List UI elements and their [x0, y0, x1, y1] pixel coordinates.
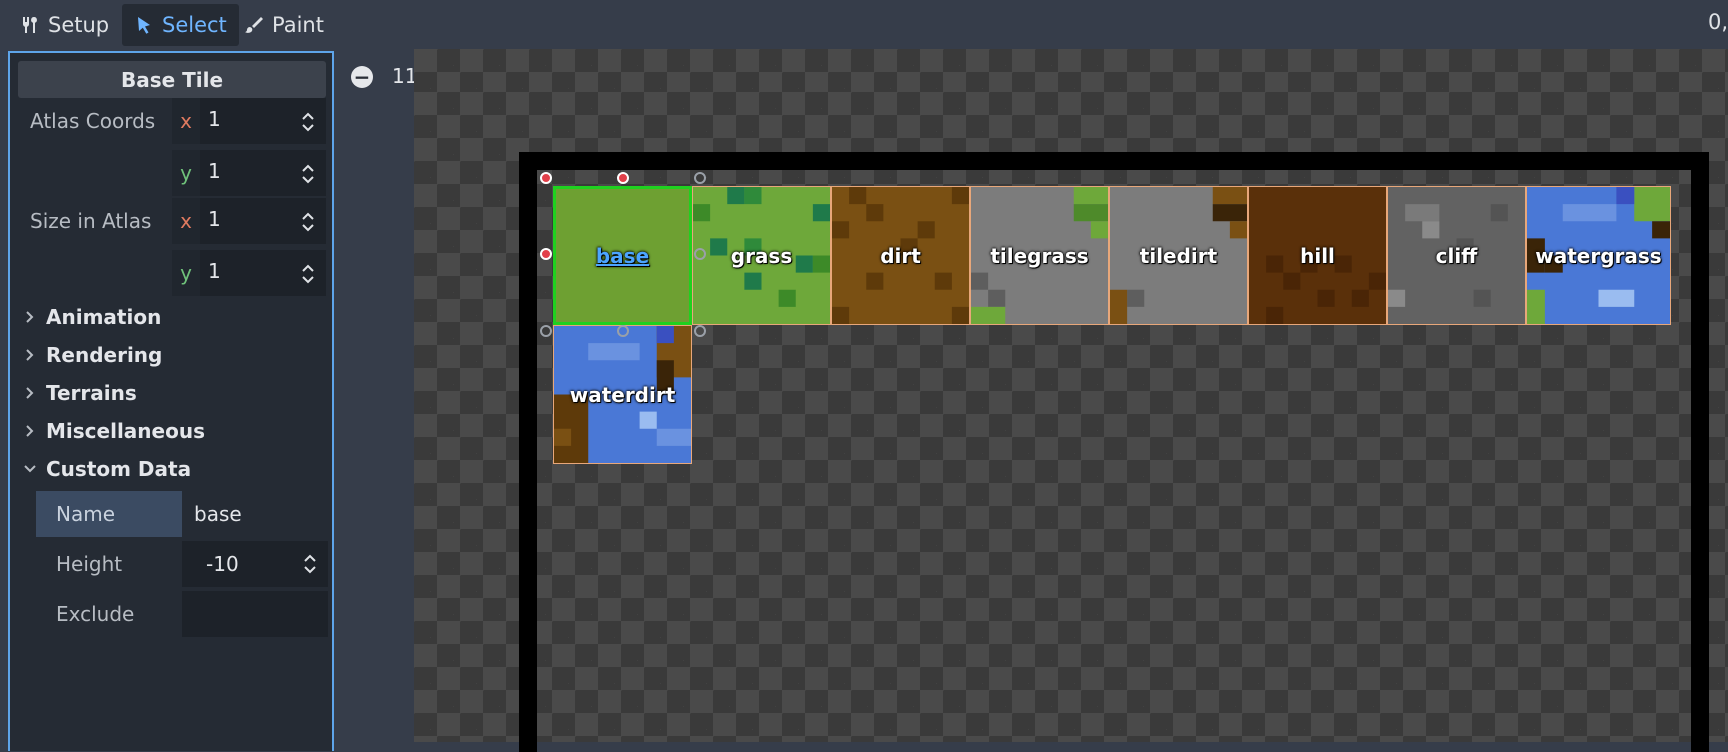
- tools-icon: [23, 17, 37, 33]
- resize-handle[interactable]: [617, 325, 629, 337]
- tile-hill[interactable]: hill: [1248, 186, 1387, 325]
- axis-y-label: y: [172, 150, 200, 196]
- custom-height-field[interactable]: -10: [182, 541, 328, 587]
- resize-handle[interactable]: [694, 172, 706, 184]
- tile-label: grass: [730, 243, 793, 268]
- paintbrush-icon: [245, 17, 263, 33]
- spin-arrows-icon[interactable]: [300, 162, 316, 186]
- resize-handle[interactable]: [540, 325, 552, 337]
- atlas-coords-label: Atlas Coords: [30, 109, 156, 133]
- tile-watergrass[interactable]: watergrass: [1526, 186, 1671, 325]
- section-rendering[interactable]: Rendering: [22, 339, 322, 371]
- tile-tilegrass[interactable]: tilegrass: [970, 186, 1109, 325]
- size-x-value: 1: [208, 207, 221, 231]
- spin-arrows-icon[interactable]: [300, 210, 316, 234]
- chevron-right-icon: [26, 425, 34, 437]
- section-miscellaneous[interactable]: Miscellaneous: [22, 415, 322, 447]
- resize-handle[interactable]: [617, 172, 629, 184]
- section-rendering-label: Rendering: [46, 343, 163, 367]
- tile-label: dirt: [880, 243, 921, 268]
- tile-label: waterdirt: [569, 382, 676, 407]
- atlas-coords-x-value: 1: [208, 107, 221, 131]
- tab-paint-label: Paint: [272, 13, 324, 37]
- axis-y-label: y: [172, 250, 200, 296]
- custom-name-field[interactable]: base: [182, 491, 328, 537]
- spin-arrows-icon[interactable]: [300, 110, 316, 134]
- axis-x-label: x: [172, 198, 200, 244]
- resize-handle[interactable]: [540, 248, 552, 260]
- section-terrains-label: Terrains: [46, 381, 137, 405]
- custom-exclude-label: Exclude: [56, 602, 135, 626]
- tab-select[interactable]: Select: [122, 4, 239, 46]
- tile-dirt[interactable]: dirt: [831, 186, 970, 325]
- coords-readout: 0,: [1707, 10, 1728, 34]
- tab-paint[interactable]: Paint: [232, 4, 336, 46]
- chevron-right-icon: [26, 387, 34, 399]
- inspector-header: Base Tile: [18, 61, 326, 98]
- section-animation[interactable]: Animation: [22, 301, 322, 333]
- custom-height-value: -10: [206, 552, 239, 576]
- tile-label: tiledirt: [1139, 243, 1218, 268]
- chevron-right-icon: [26, 311, 34, 323]
- tab-setup-label: Setup: [48, 13, 110, 37]
- tile-base[interactable]: base: [553, 186, 692, 325]
- spin-arrows-icon[interactable]: [300, 262, 316, 286]
- chevron-down-icon: [24, 465, 36, 473]
- tile-label: watergrass: [1535, 243, 1662, 268]
- custom-height-label: Height: [56, 552, 123, 576]
- zoom-out-button[interactable]: −: [351, 66, 373, 88]
- size-y-field[interactable]: y 1: [172, 250, 326, 296]
- resize-handle[interactable]: [694, 325, 706, 337]
- spin-arrows-icon[interactable]: [302, 552, 318, 576]
- tile-grass[interactable]: grass: [692, 186, 831, 325]
- resize-handle[interactable]: [540, 172, 552, 184]
- section-custom-data[interactable]: Custom Data: [22, 453, 322, 485]
- section-custom-data-label: Custom Data: [46, 457, 192, 481]
- chevron-right-icon: [26, 349, 34, 361]
- axis-x-label: x: [172, 98, 200, 144]
- toolbar: Setup Select Paint 0,: [0, 0, 1728, 49]
- tile-waterdirt[interactable]: waterdirt: [553, 325, 692, 464]
- tab-setup[interactable]: Setup: [8, 4, 121, 46]
- size-y-value: 1: [208, 259, 221, 283]
- atlas-coords-y-field[interactable]: y 1: [172, 150, 326, 196]
- tile-label: hill: [1300, 243, 1335, 268]
- tab-select-label: Select: [162, 13, 227, 37]
- size-x-field[interactable]: x 1: [172, 198, 326, 244]
- section-animation-label: Animation: [46, 305, 162, 329]
- custom-exclude-field[interactable]: [182, 591, 328, 637]
- size-in-atlas-label: Size in Atlas: [30, 209, 152, 233]
- tile-inspector: Base Tile Atlas Coords x 1 y 1 Size in A…: [8, 51, 334, 751]
- tile-cliff[interactable]: cliff: [1387, 186, 1526, 325]
- tile-label: cliff: [1435, 243, 1478, 268]
- atlas-viewport-top: [414, 49, 1728, 92]
- custom-name-label: Name: [36, 491, 182, 537]
- cursor-icon: [138, 17, 150, 34]
- tile-label: base: [595, 243, 650, 268]
- tile-label: tilegrass: [990, 243, 1089, 268]
- resize-handle[interactable]: [694, 248, 706, 260]
- atlas-coords-x-field[interactable]: x 1: [172, 98, 326, 144]
- section-miscellaneous-label: Miscellaneous: [46, 419, 205, 443]
- tile-tiledirt[interactable]: tiledirt: [1109, 186, 1248, 325]
- section-terrains[interactable]: Terrains: [22, 377, 322, 409]
- atlas-coords-y-value: 1: [208, 159, 221, 183]
